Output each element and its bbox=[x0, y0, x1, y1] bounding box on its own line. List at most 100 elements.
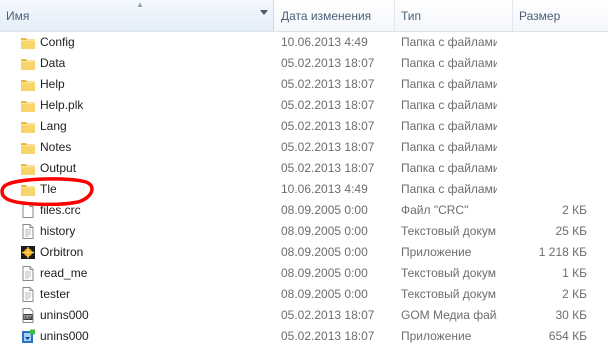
file-size bbox=[513, 32, 587, 53]
column-header-date[interactable]: Дата изменения bbox=[274, 0, 395, 31]
file-row-history[interactable]: history 08.09.2005 0:00 Текстовый докум...… bbox=[0, 221, 608, 242]
folder-icon bbox=[20, 77, 36, 92]
folder-icon bbox=[20, 140, 36, 155]
file-name: Config bbox=[40, 35, 75, 49]
file-date: 10.06.2013 4:49 bbox=[281, 182, 368, 196]
column-header-bar: ▲ Имя Дата изменения Тип Размер bbox=[0, 0, 608, 32]
file-type: Папка с файлами bbox=[401, 140, 497, 154]
app-icon bbox=[20, 245, 36, 260]
file-size: 30 КБ bbox=[555, 308, 587, 322]
file-type: GOM Медиа файл bbox=[401, 308, 497, 322]
file-row-notes[interactable]: Notes 05.02.2013 18:07 Папка с файлами bbox=[0, 137, 608, 158]
column-header-size[interactable]: Размер bbox=[513, 0, 608, 31]
chevron-down-icon[interactable] bbox=[260, 10, 268, 15]
file-size bbox=[513, 137, 587, 158]
file-row-files-crc[interactable]: files.crc 08.09.2005 0:00 Файл "CRC" 2 КБ bbox=[0, 200, 608, 221]
file-row-unins000[interactable]: DBT unins000 05.02.2013 18:07 GOM Медиа фай… bbox=[0, 305, 608, 326]
installer-icon bbox=[20, 329, 36, 344]
media-file-icon: DBT bbox=[20, 308, 36, 323]
file-name: Help bbox=[40, 77, 65, 91]
file-row-tester[interactable]: tester 08.09.2005 0:00 Текстовый докум... 2… bbox=[0, 284, 608, 305]
file-type: Папка с файлами bbox=[401, 56, 497, 70]
file-name: Orbitron bbox=[40, 245, 84, 259]
file-date: 08.09.2005 0:00 bbox=[281, 245, 368, 259]
file-type: Папка с файлами bbox=[401, 98, 497, 112]
file-row-tle[interactable]: Tle 10.06.2013 4:49 Папка с файлами bbox=[0, 179, 608, 200]
file-name: files.crc bbox=[40, 203, 81, 217]
svg-text:DBT: DBT bbox=[24, 315, 33, 320]
file-icon bbox=[20, 203, 36, 218]
file-date: 05.02.2013 18:07 bbox=[281, 308, 375, 322]
file-name: Output bbox=[40, 161, 77, 175]
file-name: tester bbox=[40, 287, 71, 301]
file-date: 05.02.2013 18:07 bbox=[281, 77, 375, 91]
file-row-orbitron[interactable]: Orbitron 08.09.2005 0:00 Приложение 1 218 К… bbox=[0, 242, 608, 263]
file-date: 05.02.2013 18:07 bbox=[281, 161, 375, 175]
folder-icon bbox=[20, 56, 36, 71]
file-type: Текстовый докум... bbox=[401, 266, 497, 280]
file-size: 25 КБ bbox=[555, 224, 587, 238]
file-name: Data bbox=[40, 56, 66, 70]
column-header-type-label: Тип bbox=[401, 8, 422, 23]
file-type: Папка с файлами bbox=[401, 35, 497, 49]
file-name: history bbox=[40, 224, 76, 238]
file-type: Приложение bbox=[401, 245, 472, 259]
file-size: 1 218 КБ bbox=[538, 245, 587, 259]
file-type: Папка с файлами bbox=[401, 119, 497, 133]
file-size bbox=[513, 179, 587, 200]
folder-icon bbox=[20, 98, 36, 113]
file-name: Lang bbox=[40, 119, 67, 133]
text-file-icon bbox=[20, 224, 36, 239]
text-file-icon bbox=[20, 287, 36, 302]
file-row-output[interactable]: Output 05.02.2013 18:07 Папка с файлами bbox=[0, 158, 608, 179]
column-header-name[interactable]: ▲ Имя bbox=[0, 0, 274, 31]
text-file-icon bbox=[20, 266, 36, 281]
file-date: 10.06.2013 4:49 bbox=[281, 35, 368, 49]
file-type: Текстовый докум... bbox=[401, 224, 497, 238]
file-date: 08.09.2005 0:00 bbox=[281, 266, 368, 280]
folder-icon bbox=[20, 182, 36, 197]
file-size bbox=[513, 74, 587, 95]
sort-ascending-icon: ▲ bbox=[136, 0, 144, 9]
file-size bbox=[513, 158, 587, 179]
file-type: Текстовый докум... bbox=[401, 287, 497, 301]
file-type: Папка с файлами bbox=[401, 161, 497, 175]
file-date: 05.02.2013 18:07 bbox=[281, 56, 375, 70]
file-date: 08.09.2005 0:00 bbox=[281, 224, 368, 238]
file-name: Help.plk bbox=[40, 98, 84, 112]
file-row-unins000[interactable]: unins000 05.02.2013 18:07 Приложение 654 КБ bbox=[0, 326, 608, 347]
file-row-help-plk[interactable]: Help.plk 05.02.2013 18:07 Папка с файлами bbox=[0, 95, 608, 116]
file-type: Файл "CRC" bbox=[401, 203, 469, 217]
folder-icon bbox=[20, 161, 36, 176]
file-date: 05.02.2013 18:07 bbox=[281, 140, 375, 154]
file-name: read_me bbox=[40, 266, 88, 280]
file-list: Config 10.06.2013 4:49 Папка с файлами Data… bbox=[0, 32, 608, 347]
file-row-config[interactable]: Config 10.06.2013 4:49 Папка с файлами bbox=[0, 32, 608, 53]
file-type: Папка с файлами bbox=[401, 182, 497, 196]
file-row-read-me[interactable]: read_me 08.09.2005 0:00 Текстовый докум...… bbox=[0, 263, 608, 284]
column-header-type[interactable]: Тип bbox=[395, 0, 513, 31]
column-header-date-label: Дата изменения bbox=[281, 8, 372, 23]
file-row-help[interactable]: Help 05.02.2013 18:07 Папка с файлами bbox=[0, 74, 608, 95]
file-type: Папка с файлами bbox=[401, 77, 497, 91]
file-name: unins000 bbox=[40, 308, 89, 322]
file-name: unins000 bbox=[40, 329, 89, 343]
file-date: 08.09.2005 0:00 bbox=[281, 287, 368, 301]
file-size: 654 КБ bbox=[548, 329, 587, 343]
column-header-size-label: Размер bbox=[519, 8, 561, 23]
folder-icon bbox=[20, 119, 36, 134]
file-type: Приложение bbox=[401, 329, 472, 343]
file-name: Tle bbox=[40, 182, 57, 196]
file-size: 1 КБ bbox=[562, 266, 587, 280]
file-row-data[interactable]: Data 05.02.2013 18:07 Папка с файлами bbox=[0, 53, 608, 74]
file-row-lang[interactable]: Lang 05.02.2013 18:07 Папка с файлами bbox=[0, 116, 608, 137]
file-name: Notes bbox=[40, 140, 72, 154]
file-date: 05.02.2013 18:07 bbox=[281, 329, 375, 343]
file-size bbox=[513, 53, 587, 74]
file-size: 2 КБ bbox=[562, 287, 587, 301]
file-date: 05.02.2013 18:07 bbox=[281, 119, 375, 133]
folder-icon bbox=[20, 35, 36, 50]
column-header-name-label: Имя bbox=[6, 8, 30, 23]
file-date: 08.09.2005 0:00 bbox=[281, 203, 368, 217]
file-date: 05.02.2013 18:07 bbox=[281, 98, 375, 112]
